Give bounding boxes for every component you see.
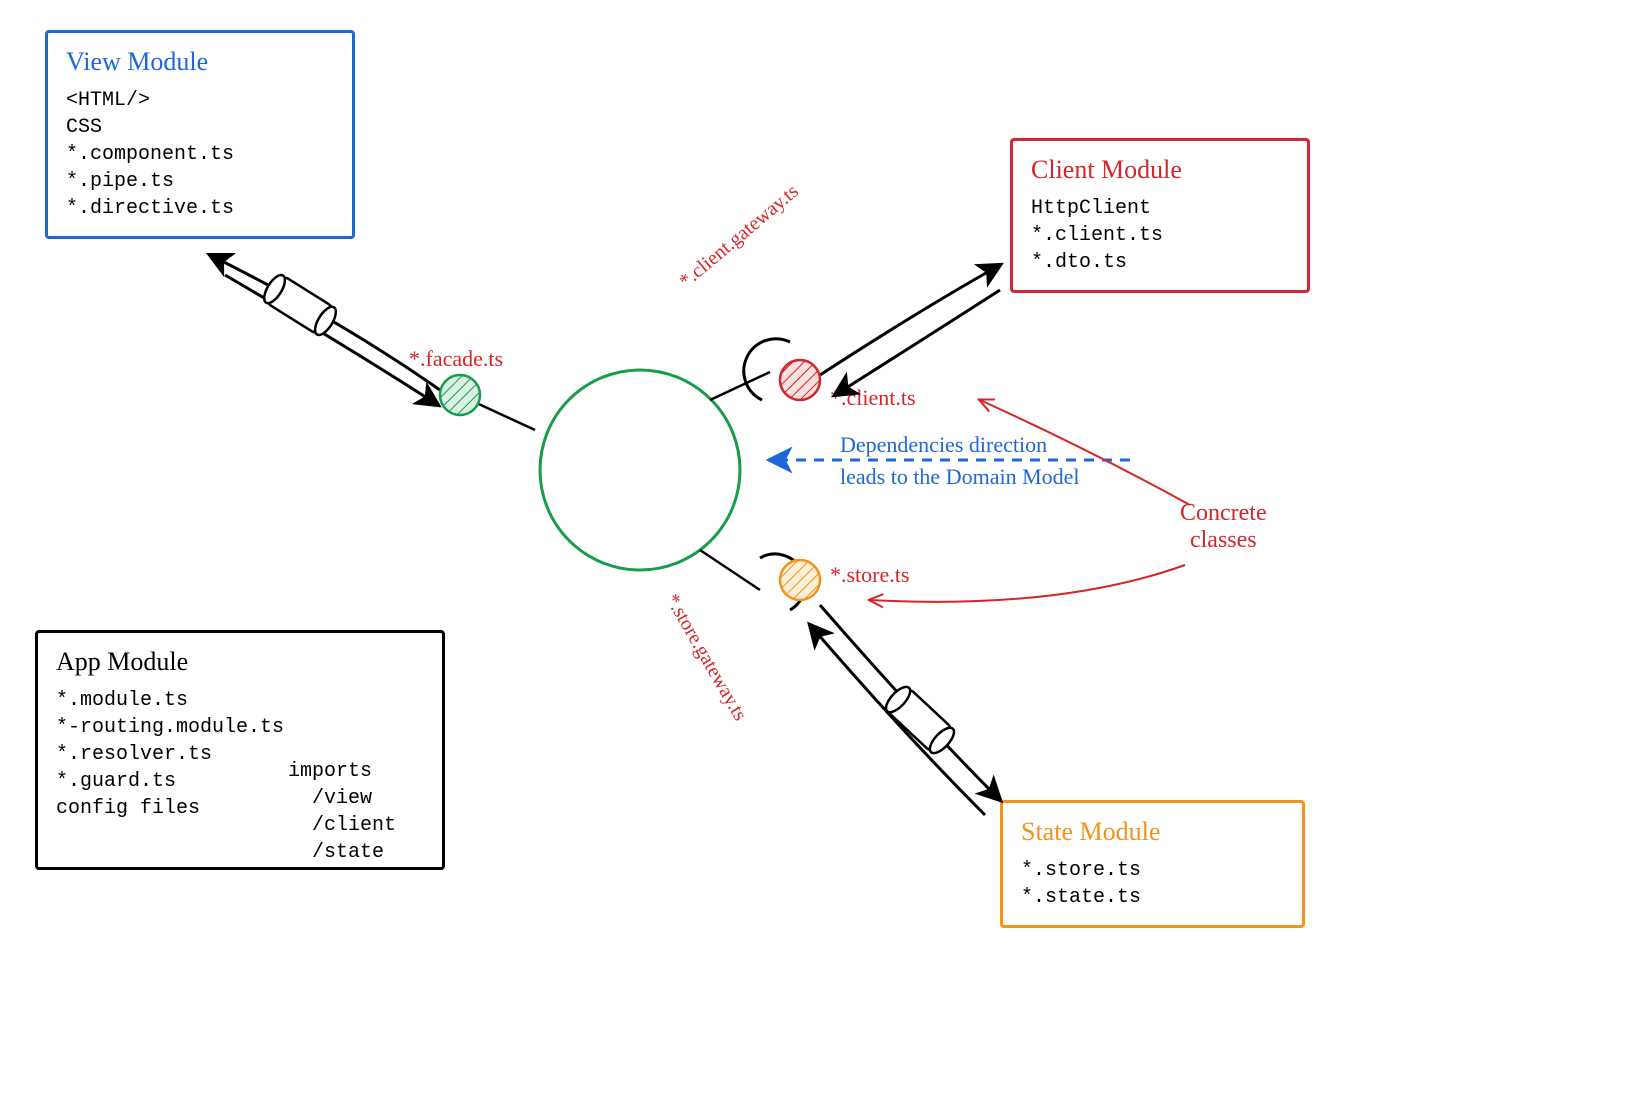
app-module-box: App Module *.module.ts *-routing.module.… <box>35 630 445 870</box>
client-connector <box>820 265 1000 395</box>
domain-circle <box>540 370 740 570</box>
client-ts-label: *.client.ts <box>830 385 916 411</box>
client-gateway-port <box>710 339 820 400</box>
domain-title: Domain Module <box>560 415 720 467</box>
state-connector <box>810 605 1000 815</box>
view-module-title: View Module <box>66 47 334 77</box>
store-gateway-label: *.store.gateway.ts <box>660 590 751 725</box>
state-module-box: State Module *.store.ts *.state.ts <box>1000 800 1305 928</box>
store-gateway-port <box>700 550 820 610</box>
client-module-box: Client Module HttpClient *.client.ts *.d… <box>1010 138 1310 293</box>
view-connector <box>210 255 440 405</box>
view-module-body: <HTML/> CSS *.component.ts *.pipe.ts *.d… <box>66 87 334 222</box>
domain-body: *.model.ts <box>585 485 705 512</box>
dep-top: Dependencies direction <box>840 432 1047 458</box>
client-module-body: HttpClient *.client.ts *.dto.ts <box>1031 195 1289 276</box>
diagram-canvas: View Module <HTML/> CSS *.component.ts *… <box>0 0 1630 1100</box>
store-ts-label: *.store.ts <box>830 562 909 588</box>
client-gateway-label: *.client.gateway.ts <box>675 180 803 293</box>
facade-label: *.facade.ts <box>409 346 503 372</box>
state-module-title: State Module <box>1021 817 1284 847</box>
state-module-body: *.store.ts *.state.ts <box>1021 857 1284 911</box>
client-module-title: Client Module <box>1031 155 1289 185</box>
dep-bottom: leads to the Domain Model <box>840 464 1080 490</box>
app-module-imports: imports /view /client /state <box>288 758 396 866</box>
concrete-label: Concrete classes <box>1180 500 1267 554</box>
view-module-box: View Module <HTML/> CSS *.component.ts *… <box>45 30 355 239</box>
facade-port <box>440 375 535 430</box>
app-module-title: App Module <box>56 647 424 677</box>
concrete-arrows <box>870 400 1190 602</box>
